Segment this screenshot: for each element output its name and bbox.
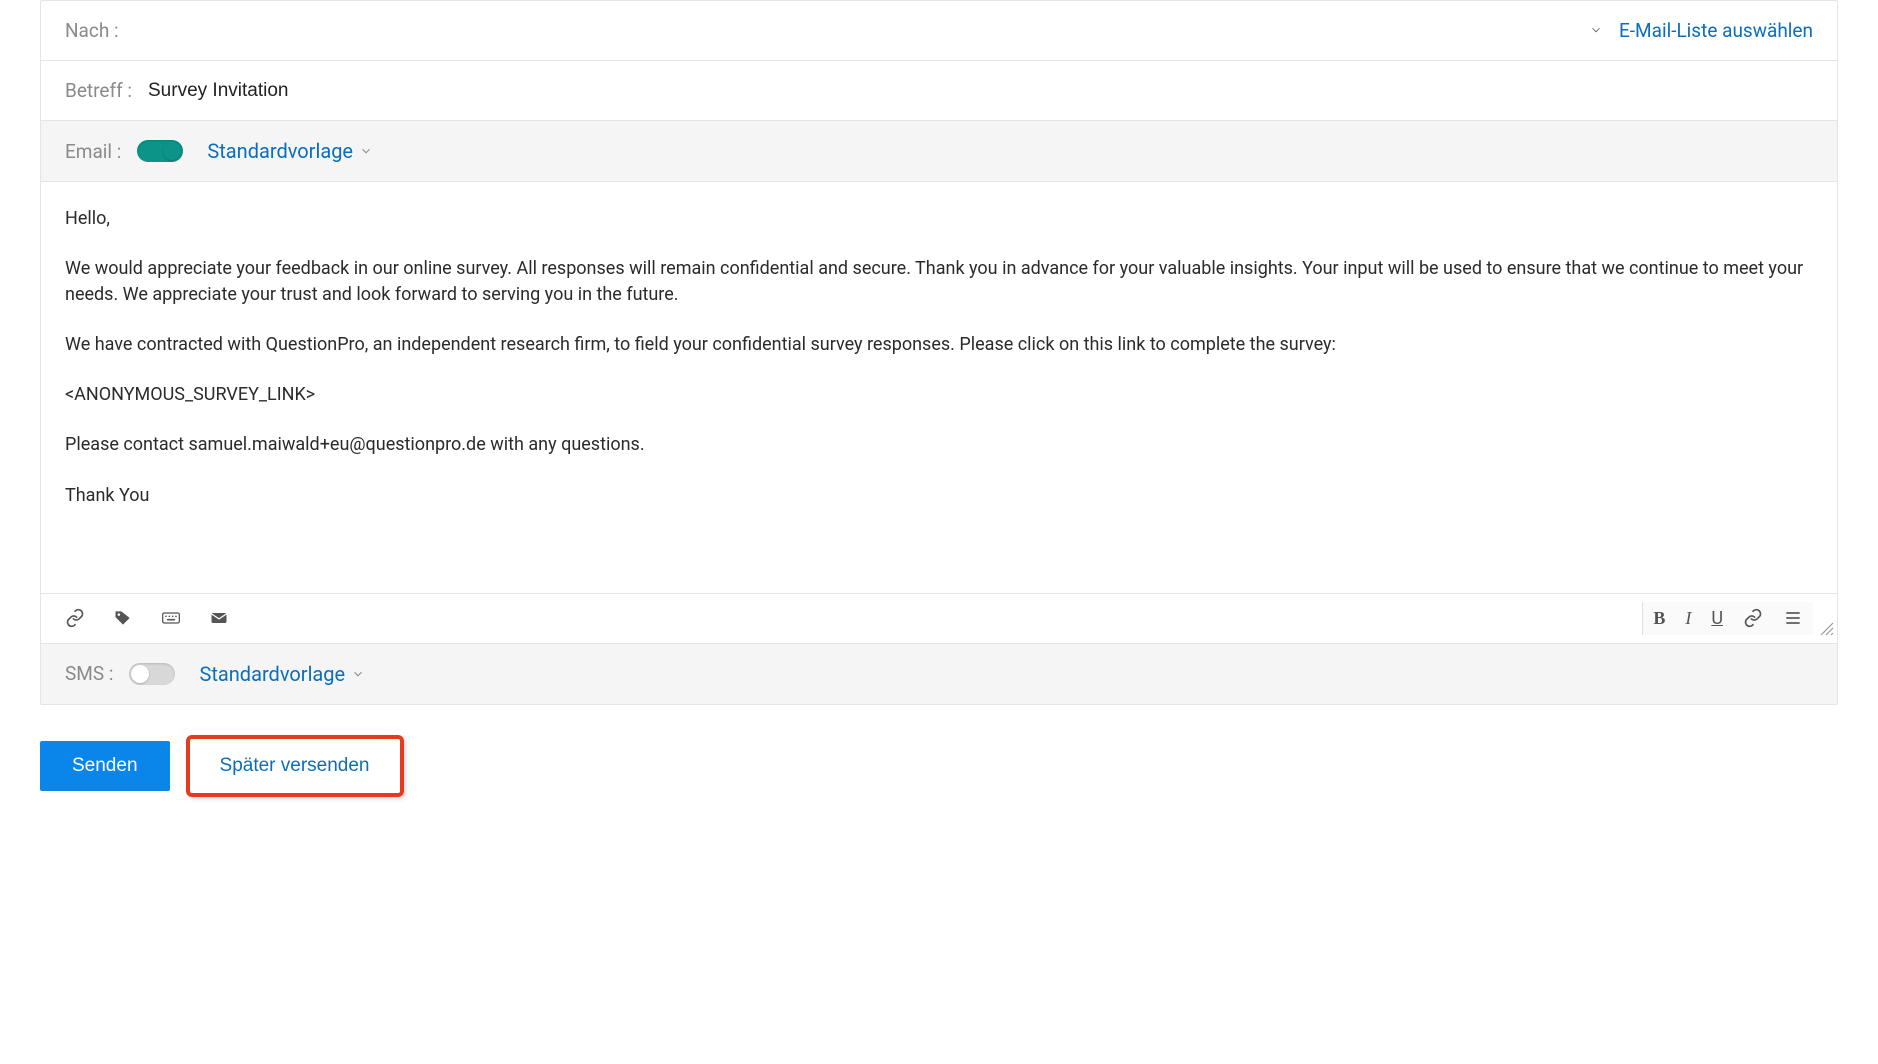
link-icon[interactable] — [65, 608, 85, 628]
to-label: Nach : — [65, 19, 119, 42]
select-email-list-label: E-Mail-Liste auswählen — [1619, 19, 1813, 42]
email-template-label: Standardvorlage — [207, 139, 353, 163]
envelope-icon[interactable] — [209, 608, 229, 628]
chevron-down-icon — [359, 144, 373, 158]
tag-icon[interactable] — [113, 608, 133, 628]
chevron-down-icon — [1589, 19, 1603, 42]
to-row: Nach : E-Mail-Liste auswählen — [41, 1, 1837, 61]
compose-container: Nach : E-Mail-Liste auswählen Betreff : … — [40, 0, 1838, 705]
to-input[interactable] — [135, 20, 1589, 42]
sms-channel-row: SMS : Standardvorlage — [41, 643, 1837, 704]
email-toggle[interactable] — [137, 140, 183, 162]
send-button[interactable]: Senden — [40, 741, 170, 791]
toggle-knob — [163, 142, 181, 160]
select-email-list-link[interactable]: E-Mail-Liste auswählen — [1589, 19, 1813, 42]
toggle-knob — [131, 665, 149, 683]
email-channel-row: Email : Standardvorlage — [41, 121, 1837, 182]
email-label: Email : — [65, 140, 121, 163]
sms-toggle[interactable] — [129, 663, 175, 685]
highlight-annotation: Später versenden — [186, 735, 404, 797]
body-paragraph: Hello, — [65, 206, 1813, 232]
bold-button[interactable]: B — [1643, 602, 1675, 635]
send-later-button[interactable]: Später versenden — [192, 741, 398, 791]
body-paragraph: <ANONYMOUS_SURVEY_LINK> — [65, 382, 1813, 408]
body-paragraph: We would appreciate your feedback in our… — [65, 256, 1813, 308]
keyboard-icon[interactable] — [161, 608, 181, 628]
email-template-dropdown[interactable]: Standardvorlage — [207, 139, 373, 163]
sms-label: SMS : — [65, 662, 113, 685]
toolbar-right: B I U — [1642, 602, 1813, 635]
subject-row: Betreff : — [41, 61, 1837, 121]
underline-button[interactable]: U — [1701, 602, 1733, 635]
sms-template-label: Standardvorlage — [199, 662, 345, 686]
italic-button[interactable]: I — [1675, 602, 1701, 635]
resize-handle-icon[interactable] — [1819, 621, 1835, 641]
chevron-down-icon — [351, 667, 365, 681]
subject-input[interactable] — [148, 80, 1813, 102]
body-paragraph: We have contracted with QuestionPro, an … — [65, 332, 1813, 358]
sms-template-dropdown[interactable]: Standardvorlage — [199, 662, 365, 686]
body-paragraph: Please contact samuel.maiwald+eu@questio… — [65, 432, 1813, 458]
email-body-editor[interactable]: Hello, We would appreciate your feedback… — [41, 182, 1837, 594]
body-paragraph: Thank You — [65, 483, 1813, 509]
action-buttons-row: Senden Später versenden — [40, 735, 1838, 797]
insert-link-button[interactable] — [1733, 602, 1773, 634]
subject-label: Betreff : — [65, 79, 132, 102]
editor-toolbar: B I U — [41, 594, 1837, 643]
align-button[interactable] — [1773, 602, 1813, 634]
toolbar-left — [65, 608, 229, 628]
